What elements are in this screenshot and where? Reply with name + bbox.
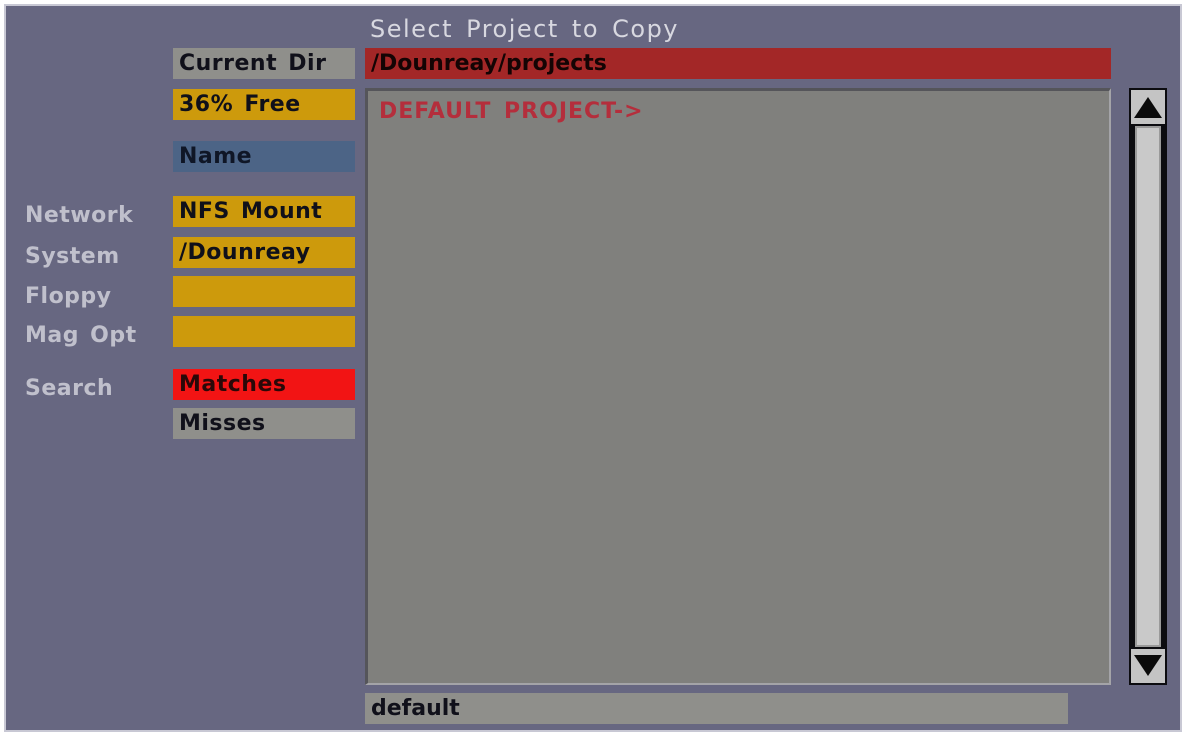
floppy-button[interactable]	[173, 276, 355, 307]
network-button[interactable]: NFS Mount	[173, 196, 355, 227]
mag-opt-button[interactable]	[173, 316, 355, 347]
vertical-scrollbar[interactable]	[1129, 88, 1167, 685]
network-label: Network	[25, 203, 134, 228]
mag-opt-label: Mag Opt	[25, 323, 137, 348]
triangle-down-icon	[1134, 655, 1162, 676]
search-matches-button[interactable]: Matches	[173, 369, 355, 400]
search-label: Search	[25, 376, 114, 401]
free-space-indicator: 36% Free	[173, 89, 355, 120]
current-path-bar: /Dounreay/projects	[365, 48, 1111, 79]
scroll-down-button[interactable]	[1131, 649, 1165, 683]
name-sort-button[interactable]: Name	[173, 141, 355, 172]
project-list[interactable]: DEFAULT PROJECT->	[365, 88, 1111, 685]
scroll-up-button[interactable]	[1131, 90, 1165, 124]
floppy-label: Floppy	[25, 284, 112, 309]
current-dir-button[interactable]: Current Dir	[173, 48, 355, 79]
system-label: System	[25, 244, 120, 269]
search-misses-button[interactable]: Misses	[173, 408, 355, 439]
scroll-track[interactable]	[1135, 126, 1161, 647]
list-item[interactable]: DEFAULT PROJECT->	[379, 99, 644, 124]
system-button[interactable]: /Dounreay	[173, 237, 355, 268]
dialog-title: Select Project to Copy	[370, 15, 680, 43]
triangle-up-icon	[1134, 97, 1162, 118]
project-name-field[interactable]: default	[365, 693, 1068, 724]
